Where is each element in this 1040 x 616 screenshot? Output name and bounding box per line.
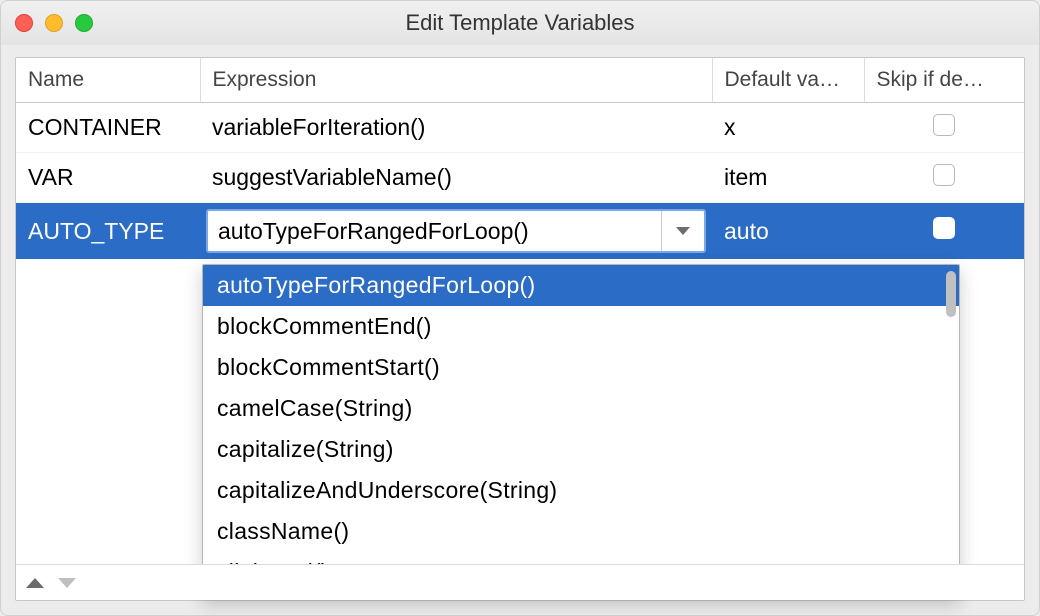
cell-expression[interactable]: variableForIteration() [200,103,712,153]
cell-name[interactable]: CONTAINER [16,103,200,153]
cell-name[interactable]: VAR [16,153,200,203]
table-row[interactable]: VAR suggestVariableName() item [16,153,1024,203]
cell-default[interactable]: item [712,153,864,203]
expression-dropdown[interactable]: autoTypeForRangedForLoop() blockCommentE… [202,264,960,598]
dialog-window: Edit Template Variables Name Expression … [0,0,1040,616]
cell-skip[interactable] [864,203,1024,260]
window-title: Edit Template Variables [1,10,1039,36]
table-header-row: Name Expression Default va… Skip if de… [16,58,1024,103]
dropdown-list: autoTypeForRangedForLoop() blockCommentE… [203,265,959,593]
scrollbar-thumb[interactable] [946,271,956,317]
cell-skip[interactable] [864,153,1024,203]
table-row[interactable]: CONTAINER variableForIteration() x [16,103,1024,153]
dropdown-item[interactable]: capitalizeAndUnderscore(String) [203,470,959,511]
table-row[interactable]: AUTO_TYPE auto [16,203,1024,260]
titlebar: Edit Template Variables [1,1,1039,45]
variables-table: Name Expression Default va… Skip if de… … [16,58,1024,259]
content-pane: Name Expression Default va… Skip if de… … [15,57,1025,601]
expression-combo[interactable] [206,209,706,253]
col-header-skip[interactable]: Skip if de… [864,58,1024,103]
checkbox[interactable] [933,114,955,136]
minimize-icon[interactable] [45,14,63,32]
dropdown-item[interactable]: blockCommentEnd() [203,306,959,347]
col-header-default[interactable]: Default va… [712,58,864,103]
close-icon[interactable] [15,14,33,32]
checkbox[interactable] [933,217,955,239]
cell-default[interactable]: auto [712,203,864,260]
zoom-icon[interactable] [75,14,93,32]
cell-name[interactable]: AUTO_TYPE [16,203,200,260]
dropdown-item[interactable]: autoTypeForRangedForLoop() [203,265,959,306]
combo-dropdown-button[interactable] [662,211,704,251]
dropdown-item[interactable]: capitalize(String) [203,429,959,470]
dropdown-item[interactable]: camelCase(String) [203,388,959,429]
chevron-down-icon [676,227,690,235]
move-down-button[interactable] [58,578,76,588]
window-controls [15,14,93,32]
cell-skip[interactable] [864,103,1024,153]
table-footer [16,564,1024,600]
cell-default[interactable]: x [712,103,864,153]
col-header-expression[interactable]: Expression [200,58,712,103]
move-up-button[interactable] [26,578,44,588]
checkbox[interactable] [933,164,955,186]
expression-input[interactable] [208,211,661,251]
col-header-name[interactable]: Name [16,58,200,103]
cell-expression-editing[interactable] [200,203,712,260]
dropdown-item[interactable]: className() [203,511,959,552]
dropdown-item[interactable]: blockCommentStart() [203,347,959,388]
cell-expression[interactable]: suggestVariableName() [200,153,712,203]
